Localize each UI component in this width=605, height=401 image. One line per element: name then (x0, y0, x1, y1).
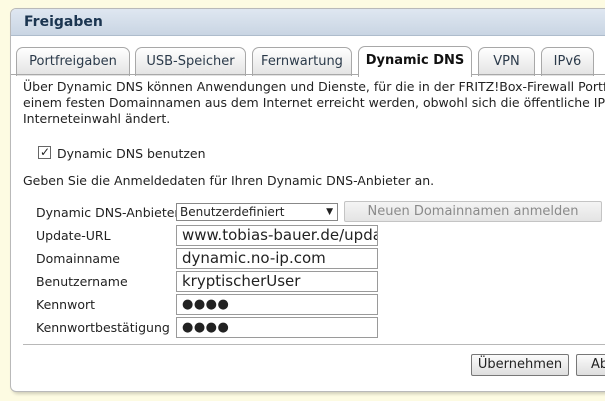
provider-select[interactable]: Benutzerdefiniert ▼ (176, 203, 338, 221)
provider-selected-value: Benutzerdefiniert (180, 205, 285, 219)
provider-label: Dynamic DNS-Anbieter (36, 205, 180, 220)
domain-input[interactable]: dynamic.no-ip.com (176, 248, 378, 269)
apply-button[interactable]: Übernehmen (471, 354, 569, 376)
register-domain-button[interactable]: Neuen Domainnamen anmelden (344, 201, 602, 222)
password-confirm-label: Kennwortbestätigung (36, 320, 170, 335)
freigaben-panel: Freigaben Portfreigaben USB-Speicher Fer… (10, 8, 605, 392)
username-input[interactable]: kryptischerUser (176, 271, 378, 292)
panel-title: Freigaben (11, 9, 605, 36)
cancel-button[interactable]: Ab (576, 354, 605, 376)
intro-text: Über Dynamic DNS können Anwendungen und … (23, 79, 605, 127)
intro-line-1: Über Dynamic DNS können Anwendungen und … (23, 79, 605, 94)
divider (23, 344, 605, 345)
enable-dyndns-row[interactable]: ✓ Dynamic DNS benutzen (38, 145, 206, 162)
tab-vpn[interactable]: VPN (478, 47, 535, 76)
update-url-label: Update-URL (36, 228, 111, 243)
enable-dyndns-checkbox[interactable]: ✓ (38, 145, 51, 159)
password-label: Kennwort (36, 297, 96, 312)
checkmark-icon: ✓ (40, 145, 51, 159)
tab-portfreigaben[interactable]: Portfreigaben (16, 47, 130, 76)
instruction-text: Geben Sie die Anmeldedaten für Ihren Dyn… (23, 173, 435, 188)
tab-bar: Portfreigaben USB-Speicher Fernwartung D… (11, 36, 605, 77)
password-confirm-input[interactable]: ●●●● (176, 317, 378, 338)
tab-usb-speicher[interactable]: USB-Speicher (135, 47, 246, 76)
dropdown-arrow-icon: ▼ (326, 207, 333, 217)
enable-dyndns-label: Dynamic DNS benutzen (57, 146, 206, 161)
update-url-input[interactable]: www.tobias-bauer.de/updat (176, 225, 378, 246)
intro-line-2: einem festen Domainnamen aus dem Interne… (23, 95, 605, 110)
tab-underline (11, 74, 605, 75)
password-input[interactable]: ●●●● (176, 294, 378, 315)
username-label: Benutzername (36, 274, 128, 289)
tab-dynamic-dns[interactable]: Dynamic DNS (358, 46, 472, 77)
tab-ipv6[interactable]: IPv6 (541, 47, 594, 76)
tab-fernwartung[interactable]: Fernwartung (252, 47, 352, 76)
intro-line-3: Interneteinwahl ändert. (23, 111, 171, 126)
domain-label: Domainname (36, 251, 120, 266)
